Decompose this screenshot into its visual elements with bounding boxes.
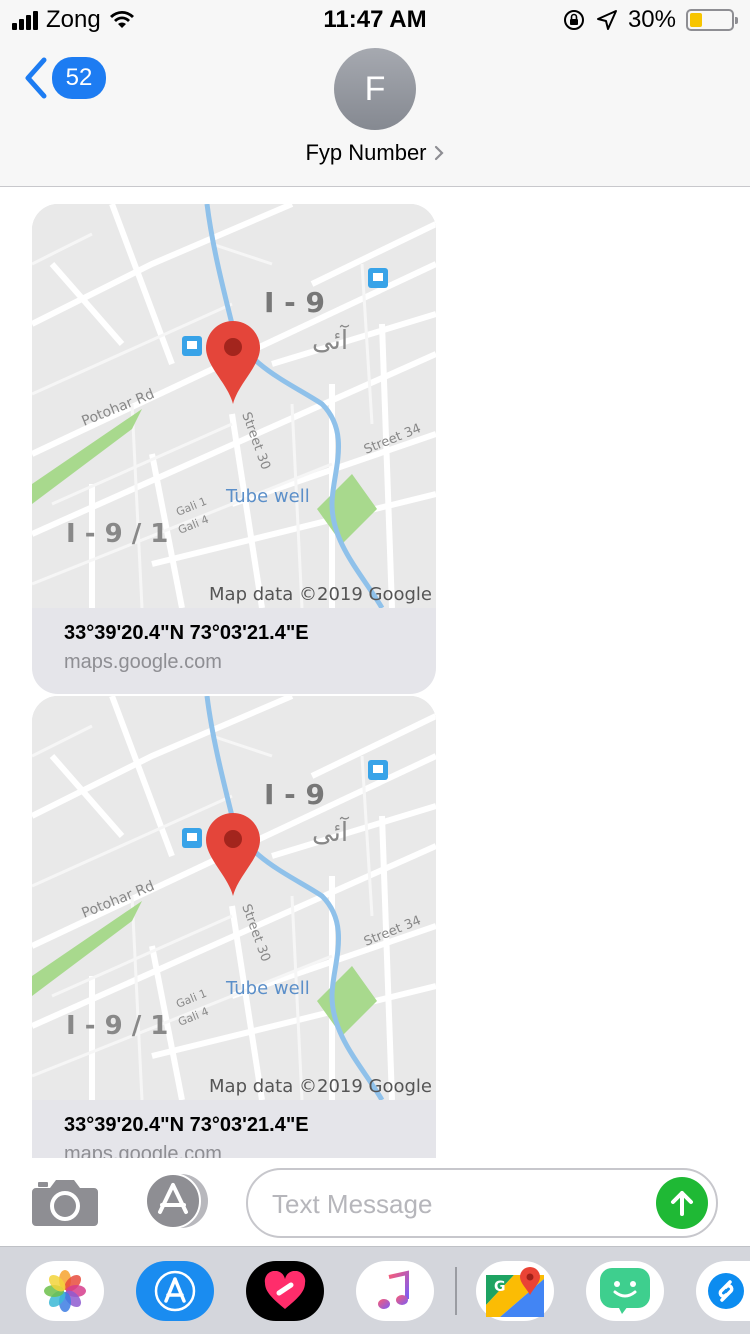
contact-avatar[interactable]: F <box>334 48 416 130</box>
rotation-lock-icon <box>563 10 584 30</box>
drawer-divider <box>455 1267 457 1315</box>
status-bar: Zong 11:47 AM 30% <box>0 0 750 40</box>
bitmoji-app-icon[interactable] <box>586 1261 664 1321</box>
contact-name: Fyp Number <box>305 140 427 165</box>
photos-flower-icon <box>44 1270 86 1312</box>
location-message-bubble[interactable]: I - 9 آئی Potohar Rd Street 30 Street 34… <box>32 696 436 1158</box>
google-maps-icon: G <box>486 1267 544 1317</box>
google-maps-app-icon[interactable]: G <box>476 1261 554 1321</box>
message-input-container[interactable] <box>246 1168 718 1238</box>
digital-touch-app-icon[interactable] <box>246 1261 324 1321</box>
location-coordinates: 33°39'20.4"N 73°03'21.4"E <box>64 622 309 644</box>
location-coordinates: 33°39'20.4"N 73°03'21.4"E <box>64 1114 309 1136</box>
music-note-icon <box>378 1270 409 1309</box>
photos-app-icon[interactable] <box>26 1261 104 1321</box>
heart-icon <box>264 1271 306 1309</box>
shazam-icon <box>708 1273 744 1309</box>
map-attribution: Map data ©2019 Google <box>209 584 432 605</box>
app-store-app-icon[interactable] <box>136 1261 214 1321</box>
map-preview[interactable]: I - 9 آئی Potohar Rd Street 30 Street 34… <box>32 696 436 1100</box>
app-store-button[interactable] <box>140 1172 212 1230</box>
chevron-left-icon <box>25 57 47 99</box>
contact-name-button[interactable]: Fyp Number <box>0 140 750 166</box>
link-caption: 33°39'20.4"N 73°03'21.4"E maps.google.co… <box>32 1100 436 1158</box>
messages-screen: Zong 11:47 AM 30% 52 F Fyp Number I - 9 … <box>0 0 750 1334</box>
compose-bar <box>0 1158 750 1246</box>
message-thread[interactable]: I - 9 آئی Potohar Rd Street 30 Street 34… <box>0 188 750 1158</box>
link-domain: maps.google.com <box>64 651 222 673</box>
music-app-icon[interactable] <box>356 1261 434 1321</box>
map-preview[interactable]: I - 9 آئی Potohar Rd Street 30 Street 34… <box>32 204 436 608</box>
location-message-bubble[interactable]: I - 9 آئی Potohar Rd Street 30 Street 34… <box>32 204 436 694</box>
link-domain: maps.google.com <box>64 1143 222 1158</box>
chevron-right-icon <box>434 145 444 161</box>
map-urdu-label: آئی <box>312 816 350 848</box>
back-button[interactable]: 52 <box>22 56 106 100</box>
conversation-header: 52 F Fyp Number <box>0 40 750 187</box>
map-attribution: Map data ©2019 Google <box>209 1076 432 1097</box>
map-sector-label: I - 9 <box>264 778 325 811</box>
map-poi-label: Tube well <box>225 978 310 999</box>
unread-count-badge: 52 <box>52 57 106 99</box>
link-caption: 33°39'20.4"N 73°03'21.4"E maps.google.co… <box>32 608 436 674</box>
send-button[interactable] <box>656 1177 708 1229</box>
camera-button[interactable] <box>32 1176 98 1226</box>
location-arrow-icon <box>596 10 617 30</box>
map-sector-label: I - 9 / 1 <box>66 519 168 549</box>
bitmoji-icon <box>600 1268 650 1314</box>
arrow-up-icon <box>671 1191 693 1216</box>
shazam-app-icon[interactable] <box>696 1261 750 1321</box>
message-input[interactable] <box>272 1184 642 1224</box>
map-urdu-label: آئی <box>312 324 350 356</box>
map-sector-label: I - 9 / 1 <box>66 1011 168 1041</box>
map-sector-label: I - 9 <box>264 286 325 319</box>
app-store-a-icon <box>154 1270 196 1312</box>
battery-percent: 30% <box>627 6 676 33</box>
svg-text:G: G <box>494 1279 506 1295</box>
app-drawer: G <box>0 1246 750 1334</box>
battery-icon <box>686 9 738 31</box>
status-right: 30% <box>562 6 738 34</box>
map-poi-label: Tube well <box>225 486 310 507</box>
